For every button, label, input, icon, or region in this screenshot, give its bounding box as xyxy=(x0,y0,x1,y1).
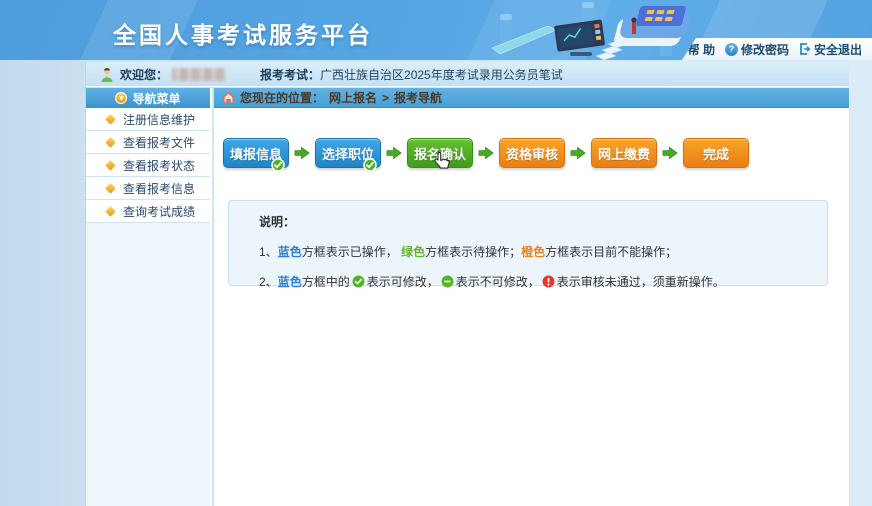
orange-word: 橙色 xyxy=(521,243,545,260)
line-text: 表示可修改， xyxy=(367,273,439,290)
diamond-bullet-icon xyxy=(106,160,116,170)
app-header: 全国人事考试服务平台 xyxy=(0,0,872,60)
sidebar-item-label: 查看报考信息 xyxy=(123,180,195,197)
line-text: 方框表示待操作； xyxy=(425,243,521,260)
chevron-down-icon: ▼ xyxy=(115,92,127,104)
sidebar-item-application-info[interactable]: 查看报考信息 xyxy=(86,177,210,200)
step-label: 资格审核 xyxy=(506,144,558,163)
line-number: 2、 xyxy=(259,273,278,290)
breadcrumb-current: 报考导航 xyxy=(394,89,442,106)
change-password-link[interactable]: ? 修改密码 xyxy=(725,41,789,58)
page: 全国人事考试服务平台 xyxy=(0,0,872,506)
review-failed-exclamation-icon xyxy=(542,275,555,288)
greeting-label: 欢迎您： xyxy=(120,66,168,83)
flow-arrow-icon xyxy=(294,145,310,161)
line-text: 方框中的 xyxy=(302,273,350,290)
check-badge-icon xyxy=(363,158,377,172)
sidebar-header-label: 导航菜单 xyxy=(132,90,180,107)
sidebar-item-exam-results[interactable]: 查询考试成绩 xyxy=(86,200,210,223)
sidebar-item-label: 注册信息维护 xyxy=(123,111,195,128)
line-text: 方框表示目前不能操作； xyxy=(545,243,677,260)
home-icon xyxy=(222,92,235,104)
exit-icon xyxy=(799,43,811,55)
breadcrumb: 您现在的位置： 网上报名 > 报考导航 xyxy=(214,88,849,108)
diamond-bullet-icon xyxy=(106,137,116,147)
hand-cursor-icon xyxy=(432,150,452,174)
step-label: 完成 xyxy=(703,144,729,163)
process-flow: 填报信息 选择职位 报名确认 资格审核 xyxy=(223,138,749,168)
exam-name: 广西壮族自治区2025年度考试录用公务员笔试 xyxy=(320,66,563,83)
green-word: 绿色 xyxy=(401,243,425,260)
blue-word: 蓝色 xyxy=(278,273,302,290)
step-confirm-registration[interactable]: 报名确认 xyxy=(407,138,473,168)
sidebar-header: ▼ 导航菜单 xyxy=(86,88,210,108)
username-redacted xyxy=(172,68,226,81)
question-icon: ? xyxy=(725,43,738,56)
step-label: 网上缴费 xyxy=(598,144,650,163)
header-links-tab: 帮 助 ? 修改密码 安全退出 xyxy=(682,38,872,60)
main-panel: 填报信息 选择职位 报名确认 资格审核 xyxy=(214,108,849,506)
sidebar-item-label: 查看报考文件 xyxy=(123,134,195,151)
logout-label: 安全退出 xyxy=(814,41,862,58)
header-illustration xyxy=(492,0,697,60)
instructions-title: 说明： xyxy=(259,213,817,230)
step-online-payment[interactable]: 网上缴费 xyxy=(591,138,657,168)
check-badge-icon xyxy=(271,158,285,172)
sidebar-item-exam-documents[interactable]: 查看报考文件 xyxy=(86,131,210,154)
sidebar-item-label: 查询考试成绩 xyxy=(123,203,195,220)
change-password-label: 修改密码 xyxy=(741,41,789,58)
content-wrapper: 欢迎您： 报考考试： 广西壮族自治区2025年度考试录用公务员笔试 ▼ 导航菜单… xyxy=(85,62,848,506)
instructions-box: 说明： 1、 蓝色 方框表示已操作， 绿色 方框表示待操作； 橙色 方框表示目前… xyxy=(228,200,828,286)
sidebar: ▼ 导航菜单 注册信息维护 查看报考文件 查看报考状态 查看报考信息 查询 xyxy=(86,88,212,506)
step-qualification-review[interactable]: 资格审核 xyxy=(499,138,565,168)
breadcrumb-path: 网上报名 xyxy=(329,89,377,106)
diamond-bullet-icon xyxy=(106,183,116,193)
not-modifiable-minus-icon xyxy=(441,275,454,288)
sidebar-item-register-info[interactable]: 注册信息维护 xyxy=(86,108,210,131)
blue-word: 蓝色 xyxy=(278,243,302,260)
flow-arrow-icon xyxy=(386,145,402,161)
site-title: 全国人事考试服务平台 xyxy=(113,16,373,50)
sidebar-item-application-status[interactable]: 查看报考状态 xyxy=(86,154,210,177)
line-text: 方框表示已操作， xyxy=(302,243,398,260)
welcome-bar: 欢迎您： 报考考试： 广西壮族自治区2025年度考试录用公务员笔试 xyxy=(86,62,849,87)
step-complete[interactable]: 完成 xyxy=(683,138,749,168)
instruction-line-2: 2、 蓝色 方框中的 表示可修改， 表示不可修改， 表示审核未通过，须重新操作。 xyxy=(259,273,817,290)
instruction-line-1: 1、 蓝色 方框表示已操作， 绿色 方框表示待操作； 橙色 方框表示目前不能操作… xyxy=(259,243,817,260)
line-text: 表示不可修改， xyxy=(456,273,540,290)
line-number: 1、 xyxy=(259,243,278,260)
flow-arrow-icon xyxy=(570,145,586,161)
logout-link[interactable]: 安全退出 xyxy=(799,41,862,58)
sidebar-item-label: 查看报考状态 xyxy=(123,157,195,174)
step-fill-info[interactable]: 填报信息 xyxy=(223,138,289,168)
diamond-bullet-icon xyxy=(106,114,116,124)
modifiable-check-icon xyxy=(352,275,365,288)
diamond-bullet-icon xyxy=(106,206,116,216)
flow-arrow-icon xyxy=(662,145,678,161)
line-text: 表示审核未通过，须重新操作。 xyxy=(557,273,725,290)
flow-arrow-icon xyxy=(478,145,494,161)
breadcrumb-separator: > xyxy=(382,91,389,105)
breadcrumb-location-label: 您现在的位置： xyxy=(240,89,324,106)
exam-label: 报考考试： xyxy=(260,66,320,83)
step-select-position[interactable]: 选择职位 xyxy=(315,138,381,168)
user-avatar-icon xyxy=(100,67,114,82)
